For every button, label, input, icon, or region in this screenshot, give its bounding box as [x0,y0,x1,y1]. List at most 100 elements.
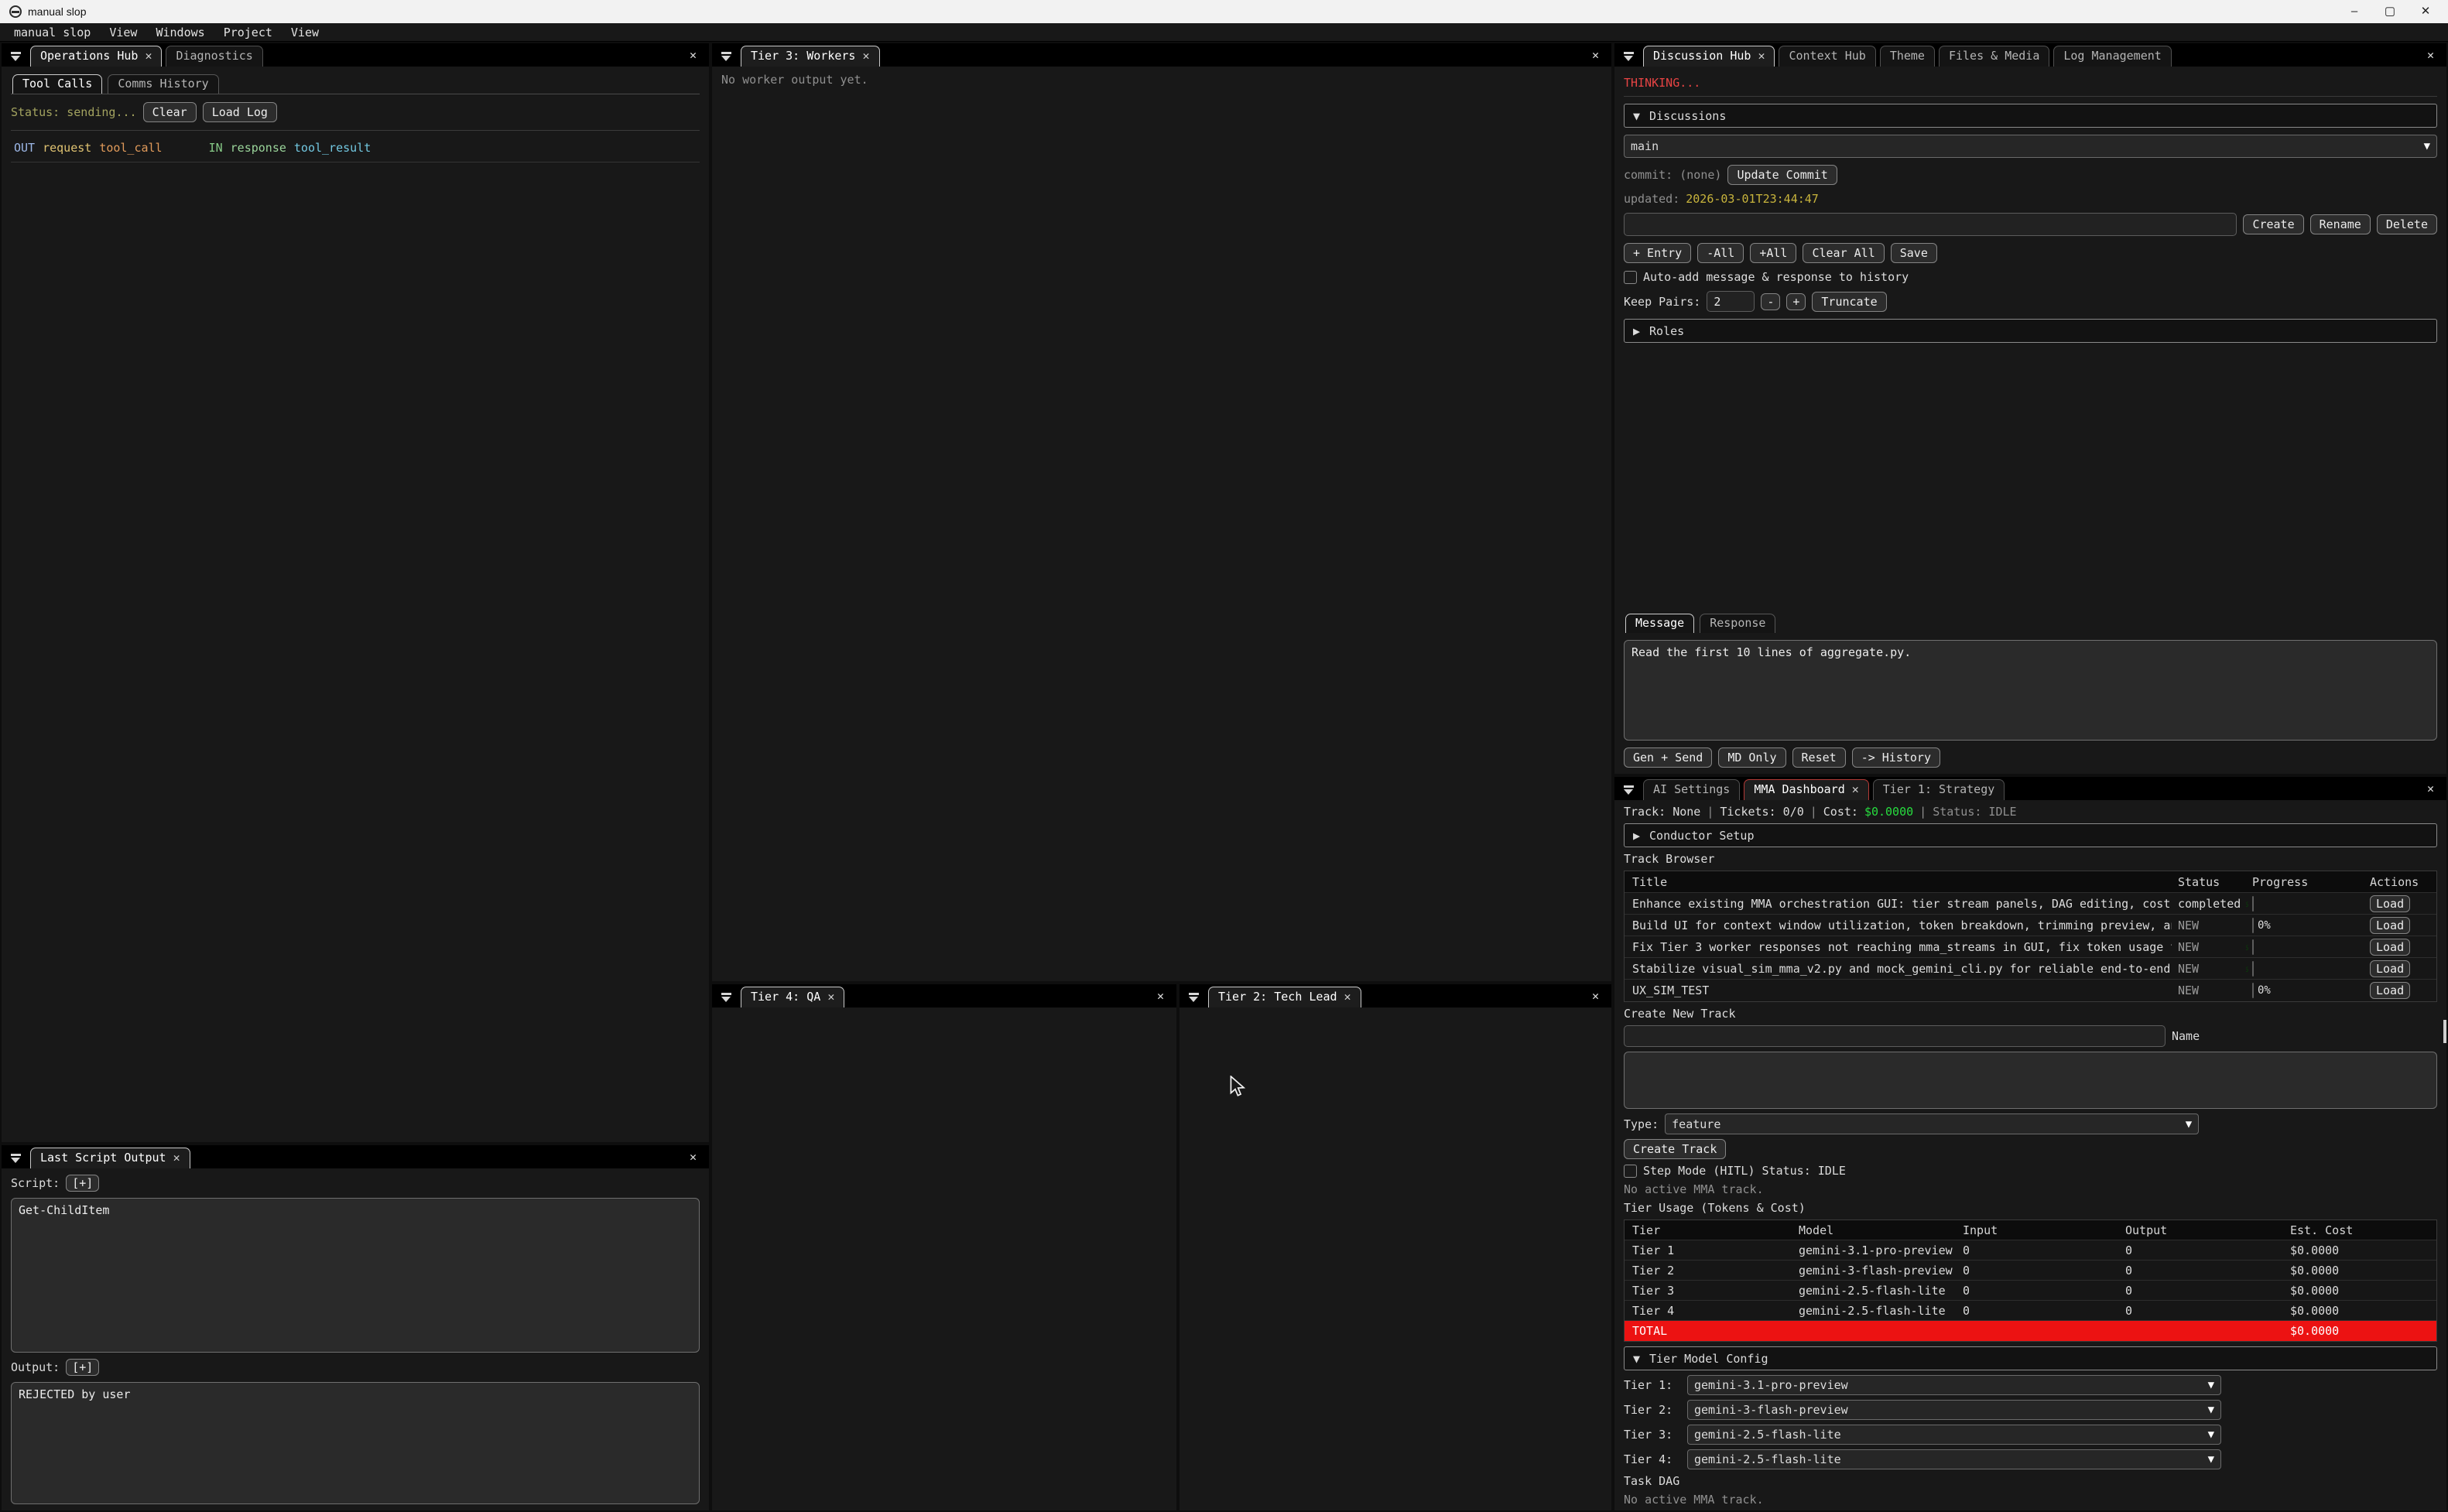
tab-tier1-strategy[interactable]: Tier 1: Strategy [1873,779,2005,800]
load-log-button[interactable]: Load Log [203,102,277,122]
md-only-button[interactable]: MD Only [1718,747,1785,768]
progress-bar: 100% [2252,939,2254,955]
tab-tier4-qa[interactable]: Tier 4: QA ✕ [741,987,844,1007]
tab-tier3-workers[interactable]: Tier 3: Workers ✕ [741,46,880,67]
tier2-model-select[interactable]: gemini-3-flash-preview ▼ [1687,1400,2221,1420]
tab-close-icon[interactable]: ✕ [173,1151,180,1165]
panel-menu-icon[interactable] [6,1150,25,1167]
discussions-section-header[interactable]: ▼ Discussions [1624,104,2437,128]
tab-response[interactable]: Response [1700,614,1775,633]
update-commit-button[interactable]: Update Commit [1727,165,1837,185]
close-button[interactable]: ✕ [2408,0,2443,23]
tier4-model-value: gemini-2.5-flash-lite [1694,1452,2202,1466]
load-button[interactable]: Load [2370,917,2410,934]
message-textarea[interactable]: Read the first 10 lines of aggregate.py. [1624,640,2437,741]
panel-close-icon[interactable]: ✕ [2421,782,2440,800]
tab-files-media[interactable]: Files & Media [1939,46,2049,67]
track-name-input[interactable] [1624,1025,2166,1047]
discussion-select[interactable]: main ▼ [1624,135,2437,158]
tab-theme[interactable]: Theme [1880,46,1935,67]
tab-close-icon[interactable]: ✕ [862,49,869,63]
subtab-comms-history[interactable]: Comms History [108,74,218,94]
tab-mma-dashboard[interactable]: MMA Dashboard ✕ [1744,779,1868,800]
tab-ai-settings[interactable]: AI Settings [1643,779,1740,800]
panel-menu-icon[interactable] [1184,989,1203,1006]
tab-diagnostics[interactable]: Diagnostics [166,46,262,67]
load-button[interactable]: Load [2370,982,2410,999]
tab-close-icon[interactable]: ✕ [145,49,152,63]
discussion-name-input[interactable] [1624,213,2237,236]
tab-close-icon[interactable]: ✕ [1758,49,1765,63]
track-type-select[interactable]: feature ▼ [1665,1113,2199,1134]
conductor-setup-header[interactable]: ▶ Conductor Setup [1624,823,2437,847]
table-row: Fix Tier 3 worker responses not reaching… [1625,936,2436,958]
save-button[interactable]: Save [1891,243,1937,263]
keep-pairs-minus-button[interactable]: - [1761,293,1780,310]
add-entry-button[interactable]: + Entry [1624,243,1691,263]
expand-all-button[interactable]: +All [1750,243,1796,263]
menu-item-project[interactable]: Project [216,25,280,40]
tab-context-hub[interactable]: Context Hub [1779,46,1875,67]
panel-close-icon[interactable]: ✕ [2421,48,2440,67]
create-button[interactable]: Create [2243,214,2303,234]
menu-item-view-2[interactable]: View [283,25,327,40]
tool-call-log-row[interactable]: OUT request tool_call IN response tool_r… [11,134,700,162]
menu-item-manual-slop[interactable]: manual slop [6,25,98,40]
track-description-textarea[interactable] [1624,1052,2437,1109]
tab-close-icon[interactable]: ✕ [1344,990,1351,1004]
panel-close-icon[interactable]: ✕ [1151,989,1170,1007]
scrollbar-thumb[interactable] [2443,1020,2446,1043]
chevron-down-icon: ▼ [2208,1428,2214,1441]
output-expand-button[interactable]: [+] [66,1359,99,1376]
load-button[interactable]: Load [2370,939,2410,956]
script-expand-button[interactable]: [+] [66,1175,99,1192]
panel-close-icon[interactable]: ✕ [683,1150,703,1168]
tab-close-icon[interactable]: ✕ [827,990,834,1004]
panel-menu-icon[interactable] [1619,782,1638,799]
rename-button[interactable]: Rename [2310,214,2371,234]
menu-item-view[interactable]: View [101,25,145,40]
panel-menu-icon[interactable] [6,48,25,65]
tab-message[interactable]: Message [1625,614,1694,633]
autoadd-checkbox[interactable] [1624,271,1637,284]
tab-discussion-hub[interactable]: Discussion Hub ✕ [1643,46,1775,67]
reset-button[interactable]: Reset [1792,747,1846,768]
subtab-tool-calls[interactable]: Tool Calls [12,74,102,94]
tier4-model-select[interactable]: gemini-2.5-flash-lite ▼ [1687,1449,2221,1469]
panel-menu-icon[interactable] [717,989,735,1006]
panel-close-icon[interactable]: ✕ [1586,989,1605,1007]
menu-item-windows[interactable]: Windows [148,25,212,40]
script-textarea[interactable]: Get-ChildItem [11,1198,700,1353]
clear-button[interactable]: Clear [143,102,197,122]
gen-send-button[interactable]: Gen + Send [1624,747,1712,768]
tier3-model-select[interactable]: gemini-2.5-flash-lite ▼ [1687,1425,2221,1445]
panel-close-icon[interactable]: ✕ [683,48,703,67]
load-button[interactable]: Load [2370,960,2410,977]
step-mode-checkbox[interactable] [1624,1165,1637,1178]
keep-pairs-plus-button[interactable]: + [1786,293,1806,310]
output-textarea[interactable]: REJECTED by user [11,1382,700,1504]
panel-menu-icon[interactable] [717,48,735,65]
tab-label: Log Management [2063,49,2161,63]
tab-close-icon[interactable]: ✕ [1852,782,1859,796]
load-button[interactable]: Load [2370,895,2410,912]
delete-button[interactable]: Delete [2377,214,2437,234]
tab-tier2-tech-lead[interactable]: Tier 2: Tech Lead ✕ [1208,987,1361,1007]
tab-last-script-output[interactable]: Last Script Output ✕ [30,1148,190,1168]
tier-model-config-header[interactable]: ▼ Tier Model Config [1624,1346,2437,1370]
tier1-model-select[interactable]: gemini-3.1-pro-preview ▼ [1687,1375,2221,1395]
truncate-button[interactable]: Truncate [1812,292,1886,312]
maximize-button[interactable]: ▢ [2372,0,2408,23]
tab-operations-hub[interactable]: Operations Hub ✕ [30,46,162,67]
roles-section-header[interactable]: ▶ Roles [1624,319,2437,343]
to-history-button[interactable]: -> History [1852,747,1940,768]
collapse-all-button[interactable]: -All [1697,243,1744,263]
tab-log-management[interactable]: Log Management [2053,46,2171,67]
panel-close-icon[interactable]: ✕ [1586,48,1605,67]
create-track-button[interactable]: Create Track [1624,1139,1726,1159]
cost-label: Cost: [1823,805,1858,819]
minimize-button[interactable]: – [2337,0,2372,23]
clear-all-button[interactable]: Clear All [1803,243,1884,263]
keep-pairs-input[interactable] [1707,291,1755,312]
panel-menu-icon[interactable] [1619,48,1638,65]
